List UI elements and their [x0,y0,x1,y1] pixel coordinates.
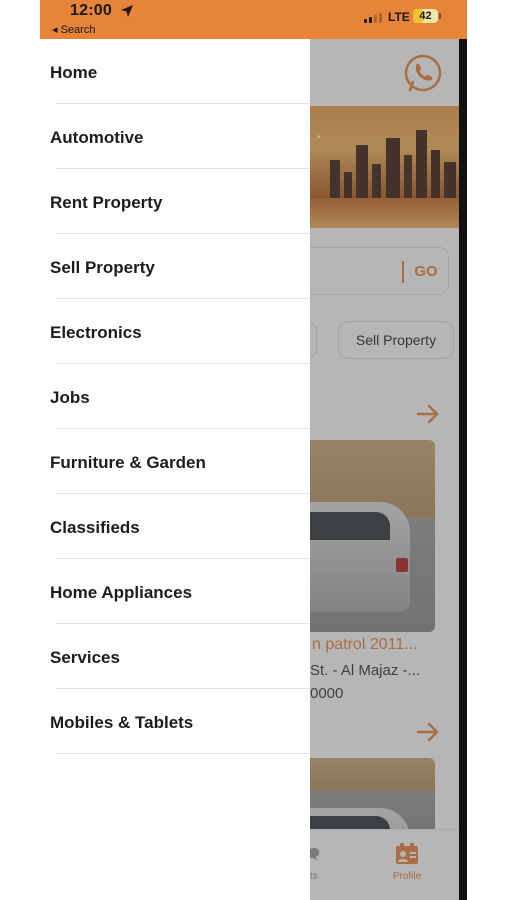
drawer-item-label: Classifieds [50,518,140,537]
drawer-item-sell-property[interactable]: Sell Property [40,234,310,299]
battery-tip [439,13,441,19]
phone-screen: 12:00 ◂ Search LTE 42 ▲ GO Sell Property… [40,0,467,900]
status-bar: 12:00 ◂ Search LTE 42 [40,0,467,39]
drawer-item-label: Mobiles & Tablets [50,713,194,732]
drawer-item-classifieds[interactable]: Classifieds [40,494,310,559]
network-type: LTE [388,10,410,24]
drawer-item-home-appliances[interactable]: Home Appliances [40,559,310,624]
side-drawer: Home Automotive Rent Property Sell Prope… [40,39,310,900]
drawer-item-electronics[interactable]: Electronics [40,299,310,364]
drawer-item-label: Home [50,63,98,82]
drawer-item-automotive[interactable]: Automotive [40,104,310,169]
drawer-item-label: Services [50,648,120,667]
drawer-item-jobs[interactable]: Jobs [40,364,310,429]
drawer-item-label: Electronics [50,323,142,342]
drawer-item-label: Sell Property [50,258,155,277]
divider [55,753,310,754]
location-arrow-icon [121,5,133,17]
drawer-item-label: Rent Property [50,193,163,212]
drawer-item-furniture-garden[interactable]: Furniture & Garden [40,429,310,494]
battery-percent: 42 [419,10,432,22]
status-time: 12:00 [70,2,112,19]
drawer-item-label: Furniture & Garden [50,453,206,472]
screen-edge [459,39,467,900]
drawer-item-home[interactable]: Home [40,39,310,104]
signal-icon [364,12,382,23]
drawer-item-rent-property[interactable]: Rent Property [40,169,310,234]
drawer-item-mobiles-tablets[interactable]: Mobiles & Tablets [40,689,310,754]
back-to-search-link[interactable]: ◂ Search [52,23,95,36]
drawer-scrim[interactable] [310,39,467,900]
drawer-item-label: Automotive [50,128,144,147]
battery-icon: 42 [413,9,438,23]
background-app: ▲ GO Sell Property n patrol 2011... St. … [310,39,467,900]
drawer-item-label: Jobs [50,388,90,407]
drawer-item-services[interactable]: Services [40,624,310,689]
drawer-item-label: Home Appliances [50,583,193,602]
